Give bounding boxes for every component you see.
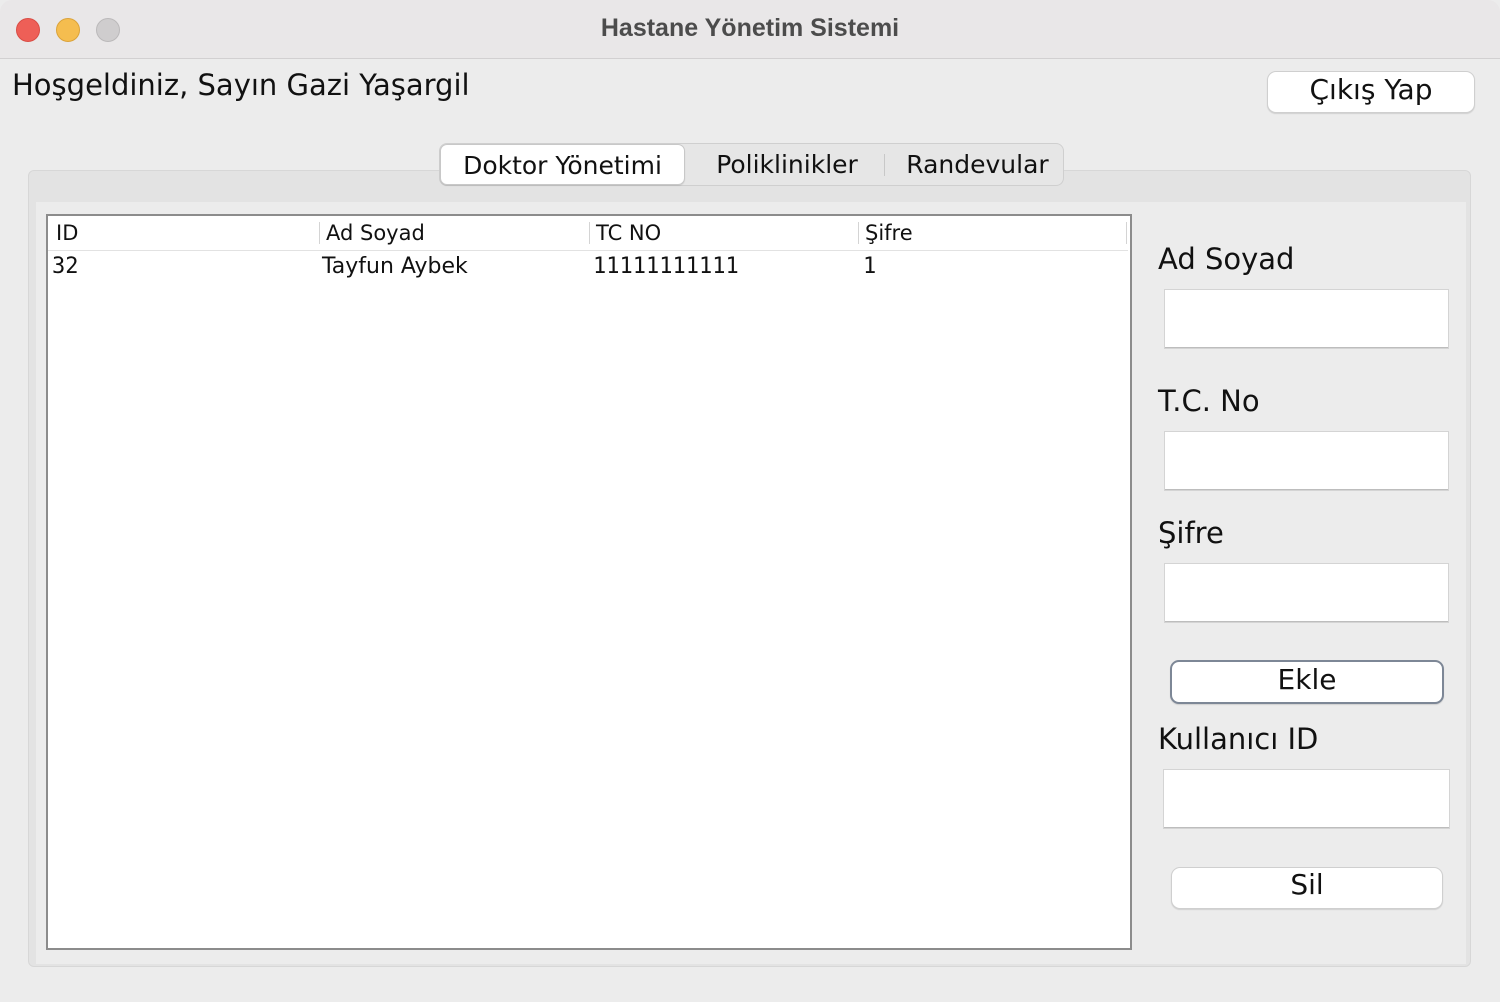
window-title: Hastane Yönetim Sistemi [600,14,900,42]
column-separator [858,222,859,244]
title-bar: Hastane Yönetim Sistemi [0,0,1500,59]
column-separator [319,222,320,244]
name-field[interactable] [1164,289,1449,349]
tab-polyclinics[interactable]: Poliklinikler [692,144,882,185]
cell-id: 32 [52,254,79,279]
tab-appointments[interactable]: Randevular [890,144,1065,185]
app-window: Hastane Yönetim Sistemi Hoşgeldiniz, Say… [0,0,1500,1002]
tab-doctor-management[interactable]: Doktor Yönetimi [440,144,685,185]
tc-field[interactable] [1164,431,1449,491]
column-header-password[interactable]: Şifre [865,218,913,248]
user-id-field[interactable] [1163,769,1450,829]
logout-button[interactable]: Çıkış Yap [1267,71,1475,113]
user-id-label: Kullanıcı ID [1158,722,1319,756]
tab-bar: Doktor Yönetimi Poliklinikler Randevular [439,143,1064,186]
welcome-text: Hoşgeldiniz, Sayın Gazi Yaşargil [12,68,470,102]
table-header: ID Ad Soyad TC NO Şifre [48,216,1128,251]
column-header-id[interactable]: ID [56,218,78,248]
doctor-table[interactable]: ID Ad Soyad TC NO Şifre 32 Tayfun Aybek … [46,214,1132,950]
name-label: Ad Soyad [1158,242,1295,276]
tab-separator [884,154,885,176]
column-header-name[interactable]: Ad Soyad [326,218,425,248]
cell-name: Tayfun Aybek [322,254,468,279]
delete-button[interactable]: Sil [1171,867,1443,909]
column-header-tc[interactable]: TC NO [596,218,661,248]
cell-password: 1 [863,254,877,279]
password-field[interactable] [1164,563,1449,623]
tc-label: T.C. No [1158,384,1260,418]
password-label: Şifre [1158,516,1224,550]
column-separator [1126,222,1127,244]
add-button[interactable]: Ekle [1170,660,1444,704]
cell-tc: 11111111111 [593,254,739,279]
column-separator [589,222,590,244]
